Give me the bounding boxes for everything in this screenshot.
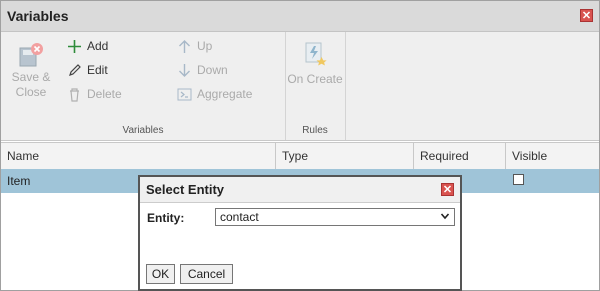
entity-label: Entity: [147,211,185,225]
column-header-type[interactable]: Type [276,143,414,169]
save-close-label-2: Close [15,85,47,99]
entity-select-value: contact [220,210,259,224]
dialog-close-icon[interactable]: ✕ [441,183,454,196]
add-button[interactable]: Add [67,39,108,54]
aggregate-icon [177,88,192,101]
arrow-down-icon [179,64,190,78]
ok-button[interactable]: OK [146,264,175,284]
column-header-required[interactable]: Required [414,143,506,169]
ribbon-group-rules: On Create Rules [285,32,346,140]
down-label: Down [197,63,228,77]
add-label: Add [87,39,109,53]
column-header-visible[interactable]: Visible [506,143,599,169]
cancel-button[interactable]: Cancel [180,264,233,284]
save-close-label-1: Save & [11,70,51,84]
up-button[interactable]: Up [177,39,212,54]
edit-label: Edit [87,63,108,77]
up-label: Up [197,39,213,53]
trash-icon [70,88,79,102]
plus-icon [68,40,81,54]
window-title: Variables [7,8,69,24]
on-create-label: On Create [287,72,343,86]
window-titlebar: Variables ✕ [1,1,599,32]
ribbon-group-label-variables: Variables [122,125,164,136]
select-entity-dialog: Select Entity ✕ Entity: contact OK Cance… [138,175,462,291]
arrow-up-icon [179,40,190,54]
entity-select[interactable]: contact [215,208,455,226]
delete-button[interactable]: Delete [67,87,122,102]
delete-label: Delete [87,87,122,101]
edit-button[interactable]: Edit [67,63,108,78]
chevron-down-icon [440,213,450,220]
ribbon-toolbar: Save & Close Add Edit Delete Up Down Agg… [1,32,599,141]
dialog-title: Select Entity [146,182,225,197]
save-close-icon [19,43,43,67]
window-close-icon[interactable]: ✕ [580,9,593,22]
pencil-icon [69,64,81,77]
save-close-button[interactable]: Save & Close [9,42,53,100]
on-create-button[interactable]: On Create [287,40,343,87]
column-header-name[interactable]: Name [1,143,276,169]
dialog-titlebar: Select Entity ✕ [140,177,460,203]
ribbon-group-label-rules: Rules [302,125,328,136]
aggregate-button[interactable]: Aggregate [177,87,252,102]
visible-checkbox[interactable] [513,174,524,185]
aggregate-label: Aggregate [197,87,253,101]
down-button[interactable]: Down [177,63,228,78]
grid-header: Name Type Required Visible [1,142,599,170]
ribbon-group-variables: Save & Close Add Edit Delete Up Down Agg… [1,32,286,140]
on-create-icon [305,42,327,66]
